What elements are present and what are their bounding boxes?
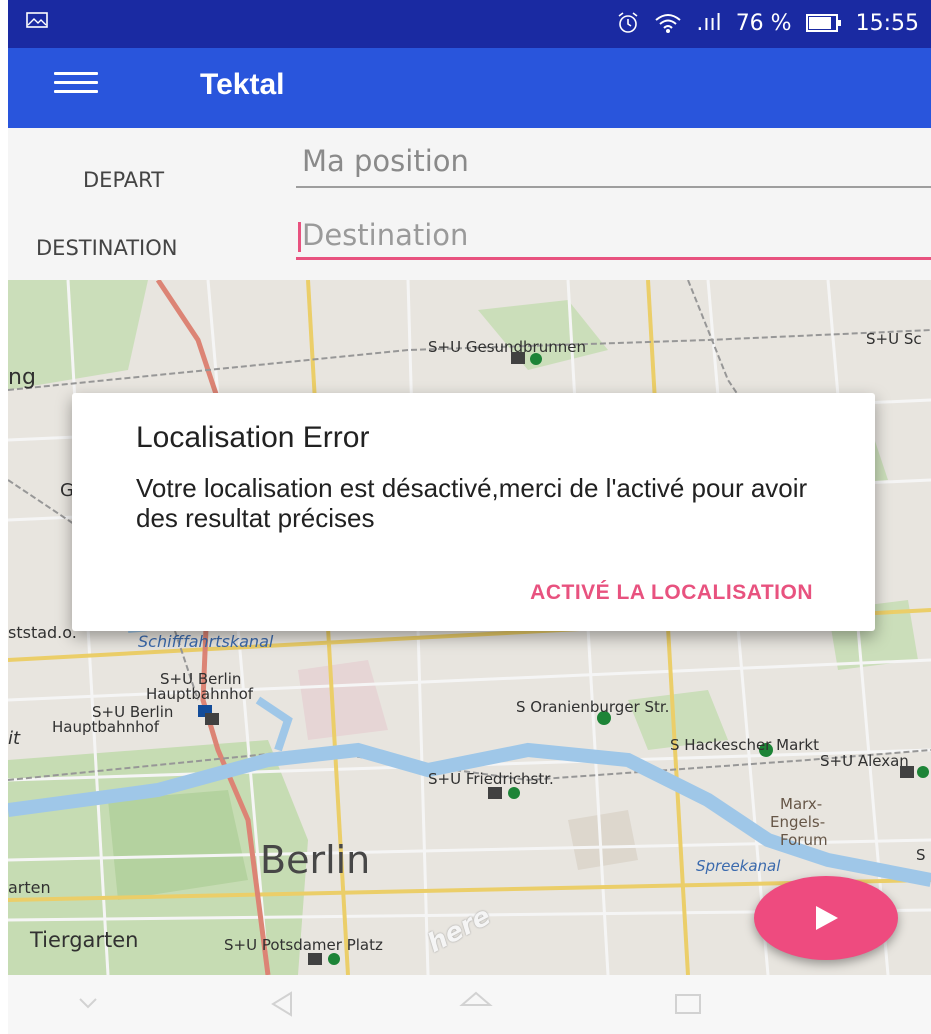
start-route-button[interactable] [754, 876, 898, 960]
route-form: DEPART Ma position DESTINATION Destinati… [8, 128, 931, 280]
recents-icon[interactable] [668, 989, 708, 1019]
depart-label: DEPART [83, 168, 165, 192]
battery-percent: 76 % [735, 10, 792, 36]
localisation-error-dialog: Localisation Error Votre localisation es… [72, 393, 875, 631]
hide-nav-icon[interactable] [68, 989, 108, 1019]
status-bar: .ııl 76 % 15:55 [8, 0, 931, 48]
dialog-title: Localisation Error [136, 421, 370, 454]
text-caret [298, 222, 301, 252]
app-bar: Tektal [8, 48, 931, 128]
signal-icon: .ııl [696, 10, 722, 36]
battery-icon [805, 14, 841, 32]
depart-value: Ma position [302, 144, 469, 178]
destination-underline [296, 257, 931, 260]
depart-field[interactable]: Ma position [296, 144, 931, 188]
depart-underline [296, 186, 931, 188]
back-icon[interactable] [263, 989, 303, 1019]
destination-label: DESTINATION [36, 236, 178, 260]
left-edge [0, 0, 8, 1034]
activate-location-button[interactable]: ACTIVÉ LA LOCALISATION [530, 581, 813, 605]
home-icon[interactable] [456, 989, 496, 1019]
image-icon [26, 12, 48, 28]
system-nav-bar [8, 975, 931, 1034]
dialog-message: Votre localisation est désactivé,merci d… [136, 473, 808, 533]
destination-field[interactable]: Destination [296, 218, 931, 260]
menu-icon[interactable] [54, 72, 98, 104]
alarm-icon [618, 12, 638, 33]
clock-time: 15:55 [855, 10, 919, 36]
app-title: Tektal [200, 68, 285, 101]
destination-placeholder: Destination [302, 218, 469, 252]
wifi-icon [655, 14, 681, 33]
play-icon [816, 906, 838, 930]
